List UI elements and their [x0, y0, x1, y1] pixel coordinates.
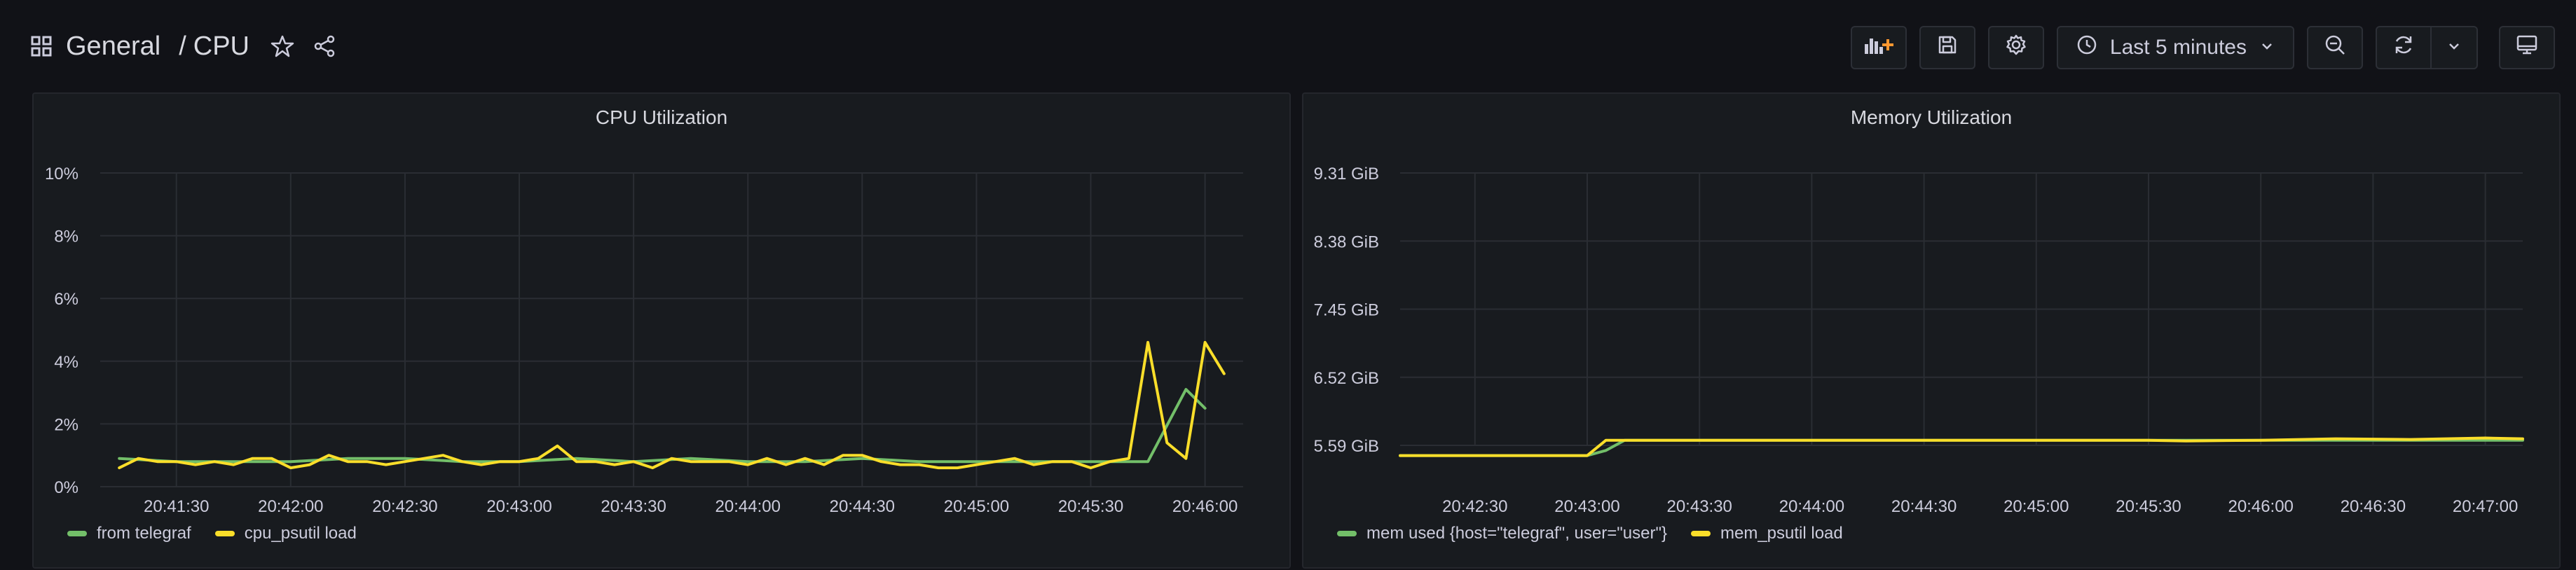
- y-tick-label: 6.52 GiB: [1314, 369, 1379, 388]
- legend-label: mem_psutil load: [1720, 524, 1843, 543]
- breadcrumb-separator: /: [179, 31, 186, 61]
- chevron-down-icon: [2259, 36, 2275, 60]
- chevron-down-icon: [2446, 36, 2462, 60]
- chart-legend: from telegraf cpu_psutil load: [67, 524, 357, 543]
- x-tick-label: 20:44:00: [715, 497, 781, 516]
- x-tick-label: 20:43:00: [486, 497, 551, 516]
- y-tick-label: 4%: [54, 353, 78, 372]
- legend-item[interactable]: from telegraf: [67, 524, 191, 543]
- cpu-utilization-chart: 0% 2% 4% 6% 8% 10% 20:41:30 20:42:00 20:42:30 20:…: [45, 165, 1243, 516]
- x-tick-label: 20:42:30: [1442, 497, 1507, 516]
- x-tick-label: 20:44:00: [1779, 497, 1844, 516]
- y-tick-label: 8%: [54, 228, 78, 246]
- save-dashboard-button[interactable]: [1919, 26, 1975, 69]
- dashboard-settings-button[interactable]: [1987, 26, 2044, 69]
- chart-legend: mem used {host="telegraf", user="user"} …: [1337, 524, 1843, 543]
- zoom-out-icon: [2324, 34, 2346, 62]
- y-tick-label: 2%: [54, 415, 78, 434]
- refresh-button[interactable]: [2376, 26, 2432, 69]
- time-range-picker[interactable]: Last 5 minutes: [2056, 26, 2294, 69]
- x-tick-label: 20:41:30: [144, 497, 209, 516]
- y-tick-label: 7.45 GiB: [1314, 301, 1379, 320]
- x-tick-label: 20:43:30: [1666, 497, 1732, 516]
- toolbar-actions: Last 5 minutes: [1850, 25, 2555, 70]
- series-line-green[interactable]: [1399, 438, 2524, 457]
- x-tick-label: 20:46:30: [2341, 497, 2406, 516]
- x-tick-label: 20:45:00: [2003, 497, 2069, 516]
- series-line-green[interactable]: [118, 388, 1207, 464]
- breadcrumb: General / CPU: [31, 27, 336, 66]
- tv-mode-button[interactable]: [2499, 26, 2555, 69]
- legend-item[interactable]: mem_psutil load: [1690, 524, 1843, 543]
- y-tick-label: 5.59 GiB: [1314, 437, 1379, 456]
- time-range-label: Last 5 minutes: [2109, 36, 2247, 59]
- y-tick-label: 8.38 GiB: [1314, 232, 1379, 251]
- tv-mode-icon: [2516, 34, 2538, 62]
- legend-label: mem used {host="telegraf", user="user"}: [1366, 524, 1667, 543]
- y-tick-label: 0%: [54, 478, 78, 497]
- x-tick-label: 20:43:00: [1554, 497, 1619, 516]
- cpu-utilization-panel[interactable]: CPU Utilization 0% 2% 4% 6% 8% 10% 20:41:30 20:…: [32, 92, 1291, 569]
- legend-swatch: [67, 531, 87, 536]
- star-icon[interactable]: [270, 34, 294, 58]
- breadcrumb-dashboard[interactable]: CPU: [193, 32, 249, 62]
- x-tick-label: 20:45:00: [944, 497, 1009, 516]
- x-tick-label: 20:46:00: [1172, 497, 1238, 516]
- x-tick-label: 20:44:30: [830, 497, 895, 516]
- memory-utilization-chart: 5.59 GiB 6.52 GiB 7.45 GiB 8.38 GiB 9.31 GiB…: [1314, 165, 2524, 516]
- zoom-out-button[interactable]: [2307, 26, 2363, 69]
- legend-item[interactable]: mem used {host="telegraf", user="user"}: [1337, 524, 1667, 543]
- x-tick-label: 20:42:00: [258, 497, 323, 516]
- refresh-group: [2376, 26, 2478, 69]
- clock-icon: [2076, 34, 2097, 61]
- share-icon[interactable]: [313, 34, 336, 58]
- legend-label: from telegraf: [97, 524, 191, 543]
- gear-icon: [2005, 34, 2027, 62]
- y-tick-label: 6%: [54, 290, 78, 309]
- add-panel-icon: [1862, 33, 1896, 62]
- save-icon: [1937, 34, 1958, 61]
- x-tick-label: 20:44:30: [1891, 497, 1957, 516]
- legend-item[interactable]: cpu_psutil load: [214, 524, 357, 543]
- memory-utilization-panel[interactable]: Memory Utilization 5.59 GiB 6.52 GiB 7.45 …: [1302, 92, 2561, 569]
- legend-swatch: [1337, 531, 1357, 536]
- breadcrumb-folder[interactable]: General: [66, 32, 160, 62]
- x-tick-label: 20:45:30: [2116, 497, 2181, 516]
- y-tick-label: 9.31 GiB: [1314, 165, 1379, 183]
- refresh-interval-dropdown[interactable]: [2432, 26, 2478, 69]
- refresh-icon: [2392, 34, 2415, 62]
- y-tick-label: 10%: [45, 165, 78, 183]
- dashboard-toolbar: General / CPU Last 5 minutes: [0, 0, 2576, 92]
- grid-icon[interactable]: [31, 36, 52, 57]
- legend-label: cpu_psutil load: [244, 524, 357, 543]
- legend-swatch: [1690, 531, 1711, 536]
- x-tick-label: 20:47:00: [2453, 497, 2518, 516]
- x-tick-label: 20:46:00: [2228, 497, 2293, 516]
- add-panel-button[interactable]: [1850, 26, 1907, 69]
- x-tick-label: 20:42:30: [372, 497, 437, 516]
- x-tick-label: 20:45:30: [1058, 497, 1123, 516]
- legend-swatch: [214, 531, 235, 536]
- x-tick-label: 20:43:30: [601, 497, 666, 516]
